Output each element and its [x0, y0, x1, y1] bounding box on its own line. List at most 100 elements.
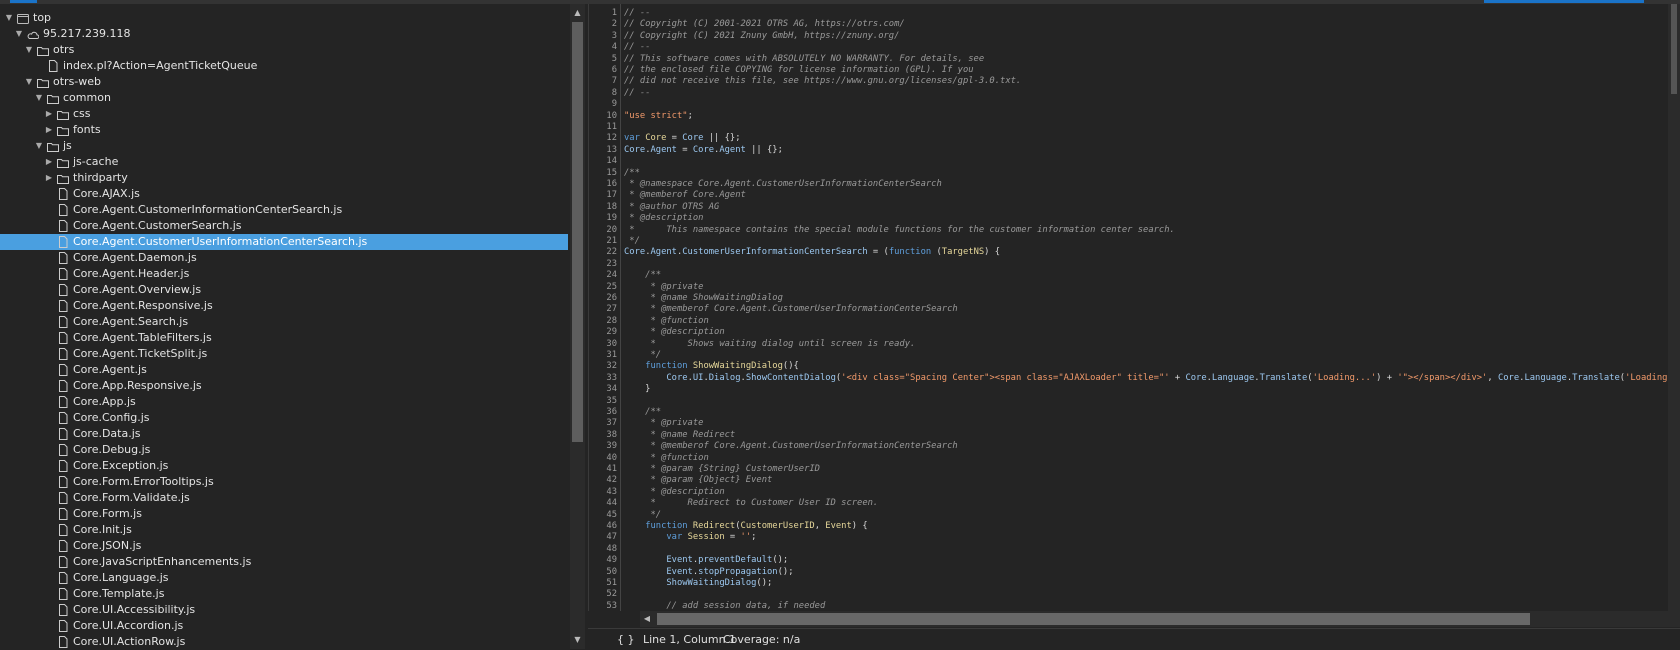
line-number[interactable]: 41: [589, 464, 617, 476]
line-number[interactable]: 7: [589, 76, 617, 88]
code-line[interactable]: * @memberof Core.Agent: [624, 190, 746, 202]
code-line[interactable]: "use strict";: [624, 111, 693, 123]
tree-item-file[interactable]: Core.Agent.CustomerSearch.js: [0, 218, 568, 234]
tree-item-file[interactable]: Core.Agent.CustomerUserInformationCenter…: [0, 234, 568, 250]
code-line[interactable]: // This software comes with ABSOLUTELY N…: [624, 54, 984, 66]
code-line[interactable]: */: [624, 510, 661, 522]
line-number[interactable]: 51: [589, 578, 617, 590]
line-number[interactable]: 45: [589, 510, 617, 522]
line-number[interactable]: 14: [589, 156, 617, 168]
tree-item-file[interactable]: Core.Agent.Header.js: [0, 266, 568, 282]
tree-item-folder[interactable]: ▼ common: [0, 90, 568, 106]
tree-item-file[interactable]: Core.Init.js: [0, 522, 568, 538]
tree-item-file[interactable]: Core.Agent.TableFilters.js: [0, 330, 568, 346]
code-line[interactable]: * Shows waiting dialog until screen is r…: [624, 339, 915, 351]
code-line[interactable]: var Session = '';: [624, 532, 756, 544]
line-number[interactable]: 10: [589, 111, 617, 123]
code-line[interactable]: * @param {Object} Event: [624, 475, 772, 487]
line-number[interactable]: 35: [589, 396, 617, 408]
tree-item-folder[interactable]: ▶ js-cache: [0, 154, 568, 170]
tree-item-folder[interactable]: ▼ js: [0, 138, 568, 154]
code-line[interactable]: var Core = Core || {};: [624, 133, 741, 145]
code-line[interactable]: // --: [624, 42, 650, 54]
collapsed-arrow-icon[interactable]: ▶: [45, 122, 53, 138]
line-number[interactable]: 32: [589, 361, 617, 373]
line-number[interactable]: 23: [589, 259, 617, 271]
line-number[interactable]: 1: [589, 8, 617, 20]
line-number[interactable]: 12: [589, 133, 617, 145]
tree-item-file[interactable]: Core.Agent.Search.js: [0, 314, 568, 330]
line-number[interactable]: 15: [589, 168, 617, 180]
line-number[interactable]: 28: [589, 316, 617, 328]
line-number[interactable]: 8: [589, 88, 617, 100]
collapsed-arrow-icon[interactable]: ▶: [45, 170, 53, 186]
line-number[interactable]: 50: [589, 567, 617, 579]
line-number[interactable]: 29: [589, 327, 617, 339]
tree-item-file[interactable]: Core.Language.js: [0, 570, 568, 586]
line-number[interactable]: 18: [589, 202, 617, 214]
line-number[interactable]: 20: [589, 225, 617, 237]
line-number[interactable]: 17: [589, 190, 617, 202]
code-line[interactable]: // --: [624, 8, 650, 20]
code-line[interactable]: /**: [624, 168, 640, 180]
line-number[interactable]: 9: [589, 99, 617, 111]
line-number[interactable]: 5: [589, 54, 617, 66]
tree-item-file[interactable]: Core.Form.js: [0, 506, 568, 522]
line-number[interactable]: 4: [589, 42, 617, 54]
code-line[interactable]: * @description: [624, 487, 724, 499]
line-number[interactable]: 16: [589, 179, 617, 191]
code-line[interactable]: // Copyright (C) 2021 Znuny GmbH, https:…: [624, 31, 899, 43]
line-number[interactable]: 31: [589, 350, 617, 362]
line-number[interactable]: 43: [589, 487, 617, 499]
line-number[interactable]: 39: [589, 441, 617, 453]
tree-item-file[interactable]: Core.JSON.js: [0, 538, 568, 554]
expanded-arrow-icon[interactable]: ▼: [5, 10, 13, 26]
scroll-up-arrow-icon[interactable]: ▲: [570, 6, 585, 20]
editor-vertical-scrollbar-thumb[interactable]: [1671, 4, 1677, 94]
line-number[interactable]: 53: [589, 601, 617, 611]
line-number[interactable]: 25: [589, 282, 617, 294]
tree-item-file[interactable]: Core.UI.ActionRow.js: [0, 634, 568, 649]
line-number[interactable]: 6: [589, 65, 617, 77]
code-line[interactable]: */: [624, 236, 640, 248]
scroll-left-arrow-icon[interactable]: ◀: [640, 611, 654, 627]
code-line[interactable]: // Copyright (C) 2001-2021 OTRS AG, http…: [624, 19, 905, 31]
expanded-arrow-icon[interactable]: ▼: [35, 90, 43, 106]
tree-item-file[interactable]: Core.Agent.Daemon.js: [0, 250, 568, 266]
line-number[interactable]: 42: [589, 475, 617, 487]
code-line[interactable]: }: [624, 384, 650, 396]
line-number[interactable]: 24: [589, 270, 617, 282]
code-line[interactable]: * @memberof Core.Agent.CustomerUserInfor…: [624, 304, 957, 316]
line-number[interactable]: 48: [589, 544, 617, 556]
code-line[interactable]: // --: [624, 88, 650, 100]
tree-item-folder[interactable]: ▼ otrs: [0, 42, 568, 58]
tree-item-file[interactable]: Core.Agent.Overview.js: [0, 282, 568, 298]
code-line[interactable]: Core.Agent.CustomerUserInformationCenter…: [624, 247, 1000, 259]
tree-item-file[interactable]: index.pl?Action=AgentTicketQueue: [0, 58, 568, 74]
tree-item-file[interactable]: Core.Agent.Responsive.js: [0, 298, 568, 314]
code-line[interactable]: * @name Redirect: [624, 430, 735, 442]
code-line[interactable]: * @description: [624, 327, 724, 339]
tree-item-file[interactable]: Core.Agent.js: [0, 362, 568, 378]
code-line[interactable]: * This namespace contains the special mo…: [624, 225, 1175, 237]
collapsed-arrow-icon[interactable]: ▶: [45, 106, 53, 122]
line-number[interactable]: 34: [589, 384, 617, 396]
tree-item-folder[interactable]: ▶ fonts: [0, 122, 568, 138]
tree-item-folder[interactable]: ▼ otrs-web: [0, 74, 568, 90]
expanded-arrow-icon[interactable]: ▼: [35, 138, 43, 154]
line-number[interactable]: 46: [589, 521, 617, 533]
code-line[interactable]: Event.stopPropagation();: [624, 567, 793, 579]
code-line[interactable]: // did not receive this file, see https:…: [624, 76, 1021, 88]
tree-item-frame[interactable]: ▼ top: [0, 10, 568, 26]
code-line[interactable]: /**: [624, 407, 661, 419]
code-line[interactable]: * @private: [624, 418, 703, 430]
code-line[interactable]: Core.UI.Dialog.ShowContentDialog('<div c…: [624, 373, 1669, 385]
line-number[interactable]: 19: [589, 213, 617, 225]
line-number[interactable]: 47: [589, 532, 617, 544]
code-line[interactable]: // add session data, if needed: [624, 601, 825, 611]
tree-item-folder[interactable]: ▶ thirdparty: [0, 170, 568, 186]
line-number[interactable]: 26: [589, 293, 617, 305]
tree-item-folder[interactable]: ▶ css: [0, 106, 568, 122]
code-line[interactable]: * @function: [624, 453, 708, 465]
line-number[interactable]: 2: [589, 19, 617, 31]
